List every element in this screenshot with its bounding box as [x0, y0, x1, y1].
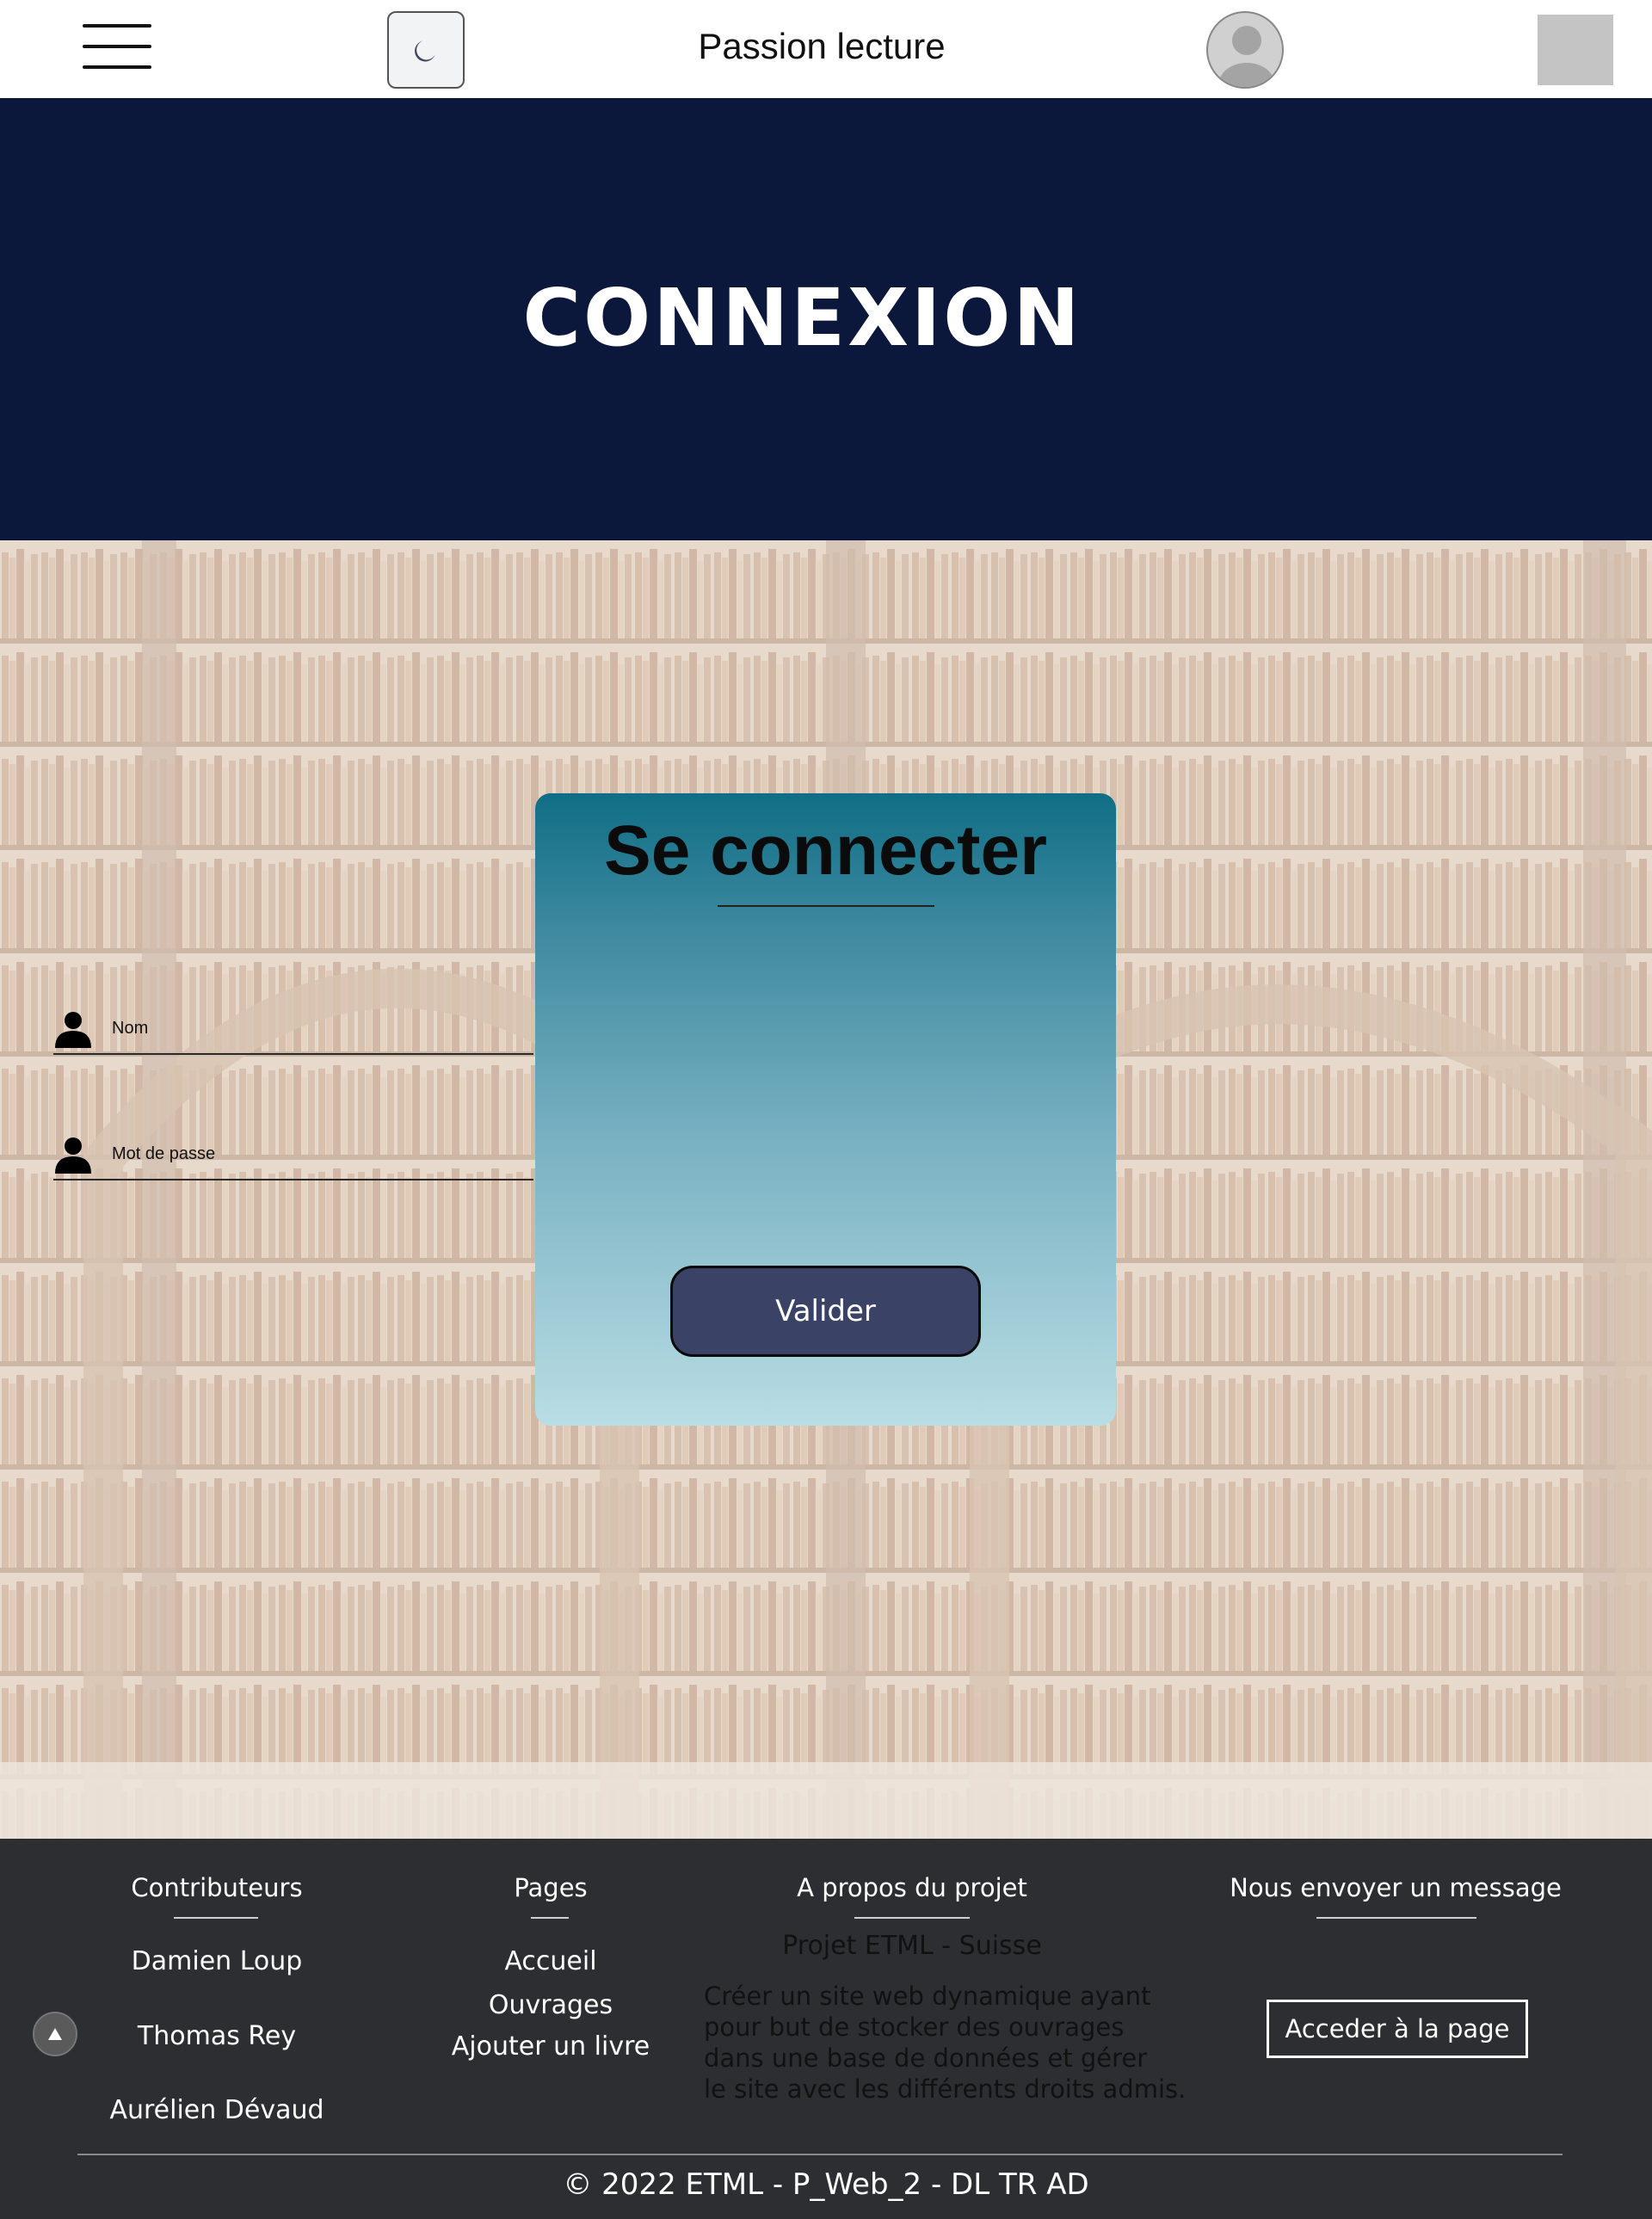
- footer-link-accueil[interactable]: Accueil: [422, 1946, 680, 1976]
- copyright-text: © 2022 ETML - P_Web_2 - DL TR AD: [563, 2167, 1089, 2202]
- about-line: pour but de stocker des ouvrages: [704, 2013, 1125, 2042]
- login-title: Se connecter: [604, 811, 1047, 890]
- footer-link-ajouter-livre[interactable]: Ajouter un livre: [422, 2031, 680, 2062]
- footer-heading-pages: Pages: [514, 1873, 588, 1902]
- submit-button[interactable]: Valider: [670, 1266, 981, 1357]
- footer-divider: [531, 1917, 569, 1919]
- access-page-button[interactable]: Acceder à la page: [1267, 2000, 1528, 2058]
- hamburger-menu-icon[interactable]: [83, 22, 155, 71]
- about-line: dans une base de données et gérer: [704, 2043, 1148, 2073]
- username-field: [53, 1000, 533, 1055]
- footer-link-ouvrages[interactable]: Ouvrages: [422, 1990, 680, 2020]
- moon-icon: [415, 40, 435, 62]
- footer-divider: [1316, 1917, 1476, 1919]
- about-subtitle: Projet ETML - Suisse: [782, 1931, 1042, 1961]
- contributor-name: Aurélien Dévaud: [109, 2095, 324, 2125]
- arrow-up-icon: [48, 2028, 62, 2040]
- user-avatar-icon[interactable]: [1206, 11, 1284, 89]
- user-icon: [55, 1137, 91, 1174]
- theme-toggle-button[interactable]: [387, 11, 465, 89]
- page-title: CONNEXION: [522, 272, 1082, 364]
- contributor-name: Thomas Rey: [137, 2021, 297, 2051]
- title-underline: [718, 905, 934, 907]
- about-line: le site avec les différents droits admis…: [704, 2074, 1187, 2104]
- top-navbar: Passion lecture: [0, 0, 1652, 98]
- about-line: Créer un site web dynamique ayant: [704, 1982, 1151, 2011]
- footer-divider: [77, 2154, 1563, 2155]
- footer-heading-about: A propos du projet: [797, 1873, 1027, 1902]
- footer-heading-contributors: Contributeurs: [131, 1873, 303, 1902]
- footer-divider: [174, 1917, 258, 1919]
- about-description: Créer un site web dynamique ayant pour b…: [704, 1981, 1186, 2105]
- scroll-top-button[interactable]: [33, 2012, 77, 2056]
- user-icon: [55, 1012, 91, 1048]
- footer-divider: [854, 1917, 970, 1919]
- password-field: [53, 1125, 533, 1180]
- footer-heading-message: Nous envoyer un message: [1230, 1873, 1562, 1902]
- password-input[interactable]: [112, 1139, 525, 1168]
- site-title[interactable]: Passion lecture: [602, 26, 1041, 67]
- hero-banner: CONNEXION: [0, 98, 1652, 540]
- contributor-name: Damien Loup: [131, 1946, 303, 1976]
- username-input[interactable]: [112, 1014, 525, 1043]
- nav-placeholder-button[interactable]: [1538, 15, 1613, 85]
